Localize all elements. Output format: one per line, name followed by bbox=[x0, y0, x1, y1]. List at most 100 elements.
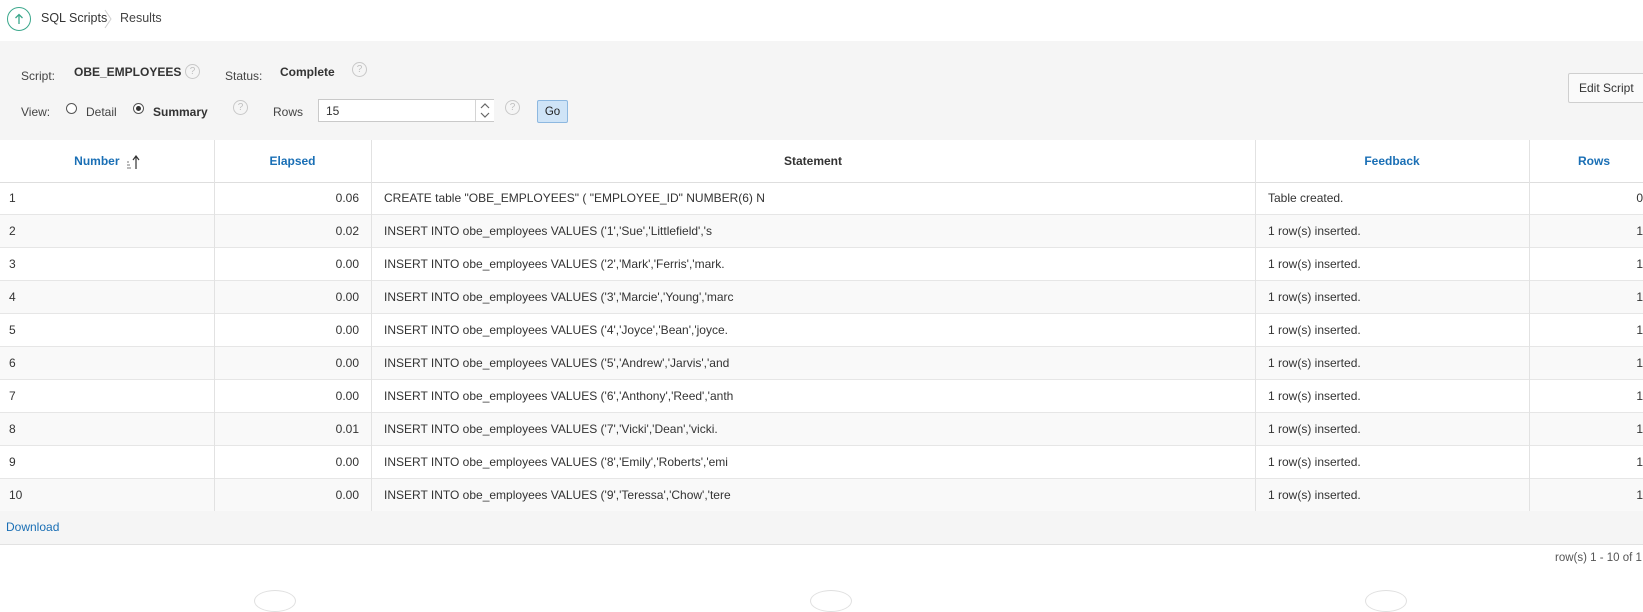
column-header-feedback[interactable]: Feedback bbox=[1255, 140, 1529, 182]
cell-feedback: 1 row(s) inserted. bbox=[1268, 323, 1361, 337]
cell-statement: INSERT INTO obe_employees VALUES ('1','S… bbox=[384, 224, 712, 238]
cell-rows: 1 bbox=[1636, 389, 1643, 403]
cell-feedback: 1 row(s) inserted. bbox=[1268, 356, 1361, 370]
cell-feedback: 1 row(s) inserted. bbox=[1268, 455, 1361, 469]
cell-feedback: 1 row(s) inserted. bbox=[1268, 257, 1361, 271]
cell-rows: 1 bbox=[1636, 224, 1643, 238]
cell-statement: INSERT INTO obe_employees VALUES ('7','V… bbox=[384, 422, 718, 436]
rows-label: Rows bbox=[273, 105, 304, 119]
cell-statement: INSERT INTO obe_employees VALUES ('5','A… bbox=[384, 356, 730, 370]
column-header-rows[interactable]: Rows bbox=[1529, 140, 1643, 182]
cell-elapsed: 0.00 bbox=[335, 356, 359, 370]
breadcrumb-sql-scripts[interactable]: SQL Scripts bbox=[41, 11, 107, 25]
cell-number: 3 bbox=[9, 257, 16, 271]
column-header-statement: Statement bbox=[783, 154, 842, 168]
decorative-circle bbox=[810, 590, 852, 612]
breadcrumb-results: Results bbox=[120, 11, 162, 25]
cell-feedback: 1 row(s) inserted. bbox=[1268, 224, 1361, 238]
cell-number: 5 bbox=[9, 323, 16, 337]
go-button[interactable]: Go bbox=[537, 100, 568, 123]
download-bar: Download bbox=[0, 511, 1643, 545]
help-icon[interactable]: ? bbox=[185, 64, 200, 79]
cell-elapsed: 0.02 bbox=[335, 224, 359, 238]
up-arrow-icon[interactable] bbox=[7, 7, 31, 31]
cell-statement: INSERT INTO obe_employees VALUES ('9','T… bbox=[384, 488, 731, 502]
cell-rows: 0 bbox=[1636, 191, 1643, 205]
cell-statement: CREATE table "OBE_EMPLOYEES" ( "EMPLOYEE… bbox=[384, 191, 765, 205]
cell-number: 4 bbox=[9, 290, 16, 304]
cell-statement: INSERT INTO obe_employees VALUES ('6','A… bbox=[384, 389, 734, 403]
cell-elapsed: 0.00 bbox=[335, 455, 359, 469]
table-row: 9 0.00 INSERT INTO obe_employees VALUES ('… bbox=[0, 446, 1643, 479]
cell-number: 7 bbox=[9, 389, 16, 403]
cell-number: 2 bbox=[9, 224, 16, 238]
cell-elapsed: 0.00 bbox=[335, 290, 359, 304]
cell-rows: 1 bbox=[1636, 455, 1643, 469]
script-results-form: Script: OBE_EMPLOYEES ? Status: Complete… bbox=[0, 41, 1643, 141]
cell-elapsed: 0.06 bbox=[335, 191, 359, 205]
table-row: 8 0.01 INSERT INTO obe_employees VALUES ('… bbox=[0, 413, 1643, 446]
cell-rows: 1 bbox=[1636, 356, 1643, 370]
decorative-circle bbox=[254, 590, 296, 612]
cell-elapsed: 0.01 bbox=[335, 422, 359, 436]
cell-feedback: 1 row(s) inserted. bbox=[1268, 290, 1361, 304]
chevron-up-down-icon bbox=[480, 103, 490, 118]
cell-rows: 1 bbox=[1636, 257, 1643, 271]
summary-radio[interactable] bbox=[133, 103, 144, 114]
cell-rows: 1 bbox=[1636, 422, 1643, 436]
cell-statement: INSERT INTO obe_employees VALUES ('2','M… bbox=[384, 257, 725, 271]
help-icon[interactable]: ? bbox=[233, 100, 248, 115]
download-link[interactable]: Download bbox=[6, 520, 59, 534]
cell-number: 6 bbox=[9, 356, 16, 370]
detail-radio[interactable] bbox=[66, 103, 77, 114]
table-row: 5 0.00 INSERT INTO obe_employees VALUES ('… bbox=[0, 314, 1643, 347]
table-row: 10 0.00 INSERT INTO obe_employees VALUES (… bbox=[0, 479, 1643, 512]
cell-statement: INSERT INTO obe_employees VALUES ('4','J… bbox=[384, 323, 728, 337]
rows-input[interactable] bbox=[318, 99, 494, 122]
cell-statement: INSERT INTO obe_employees VALUES ('8','E… bbox=[384, 455, 728, 469]
cell-elapsed: 0.00 bbox=[335, 389, 359, 403]
cell-elapsed: 0.00 bbox=[335, 488, 359, 502]
cell-feedback: Table created. bbox=[1268, 191, 1344, 205]
column-header-number[interactable]: Number bbox=[0, 140, 214, 182]
column-header-label: Number bbox=[74, 154, 120, 168]
cell-feedback: 1 row(s) inserted. bbox=[1268, 488, 1361, 502]
cell-rows: 1 bbox=[1636, 488, 1643, 502]
cell-number: 8 bbox=[9, 422, 16, 436]
cell-number: 1 bbox=[9, 191, 16, 205]
column-divider bbox=[214, 140, 215, 511]
column-divider bbox=[1529, 140, 1530, 511]
chevron-right-icon bbox=[104, 9, 112, 29]
table-row: 1 0.06 CREATE table "OBE_EMPLOYEES" ( "EMP… bbox=[0, 182, 1643, 215]
status-value: Complete bbox=[280, 65, 335, 79]
view-label: View: bbox=[21, 105, 51, 119]
rows-stepper[interactable] bbox=[475, 100, 494, 121]
status-label: Status: bbox=[225, 69, 263, 83]
cell-rows: 1 bbox=[1636, 290, 1643, 304]
help-icon[interactable]: ? bbox=[352, 62, 367, 77]
edit-script-button[interactable]: Edit Script bbox=[1568, 73, 1643, 103]
cell-number: 10 bbox=[9, 488, 23, 502]
help-icon[interactable]: ? bbox=[505, 100, 520, 115]
summary-radio-label[interactable]: Summary bbox=[153, 105, 208, 119]
cell-number: 9 bbox=[9, 455, 16, 469]
cell-elapsed: 0.00 bbox=[335, 257, 359, 271]
detail-radio-label[interactable]: Detail bbox=[86, 105, 117, 119]
sort-ascending-icon bbox=[126, 154, 140, 169]
cell-rows: 1 bbox=[1636, 323, 1643, 337]
table-row: 6 0.00 INSERT INTO obe_employees VALUES ('… bbox=[0, 347, 1643, 380]
table-header: Number Elapsed Statement Feedback Rows bbox=[0, 140, 1643, 183]
column-header-elapsed[interactable]: Elapsed bbox=[214, 140, 371, 182]
cell-statement: INSERT INTO obe_employees VALUES ('3','M… bbox=[384, 290, 734, 304]
table-row: 3 0.00 INSERT INTO obe_employees VALUES ('… bbox=[0, 248, 1643, 281]
table-row: 7 0.00 INSERT INTO obe_employees VALUES ('… bbox=[0, 380, 1643, 413]
cell-feedback: 1 row(s) inserted. bbox=[1268, 422, 1361, 436]
cell-elapsed: 0.00 bbox=[335, 323, 359, 337]
breadcrumb-bar: SQL Scripts Results bbox=[0, 0, 1643, 42]
column-divider bbox=[1255, 140, 1256, 511]
pagination-summary: row(s) 1 - 10 of 1 bbox=[1555, 552, 1642, 564]
script-name: OBE_EMPLOYEES bbox=[74, 65, 182, 79]
table-row: 2 0.02 INSERT INTO obe_employees VALUES ('… bbox=[0, 215, 1643, 248]
cell-feedback: 1 row(s) inserted. bbox=[1268, 389, 1361, 403]
table-row: 4 0.00 INSERT INTO obe_employees VALUES ('… bbox=[0, 281, 1643, 314]
